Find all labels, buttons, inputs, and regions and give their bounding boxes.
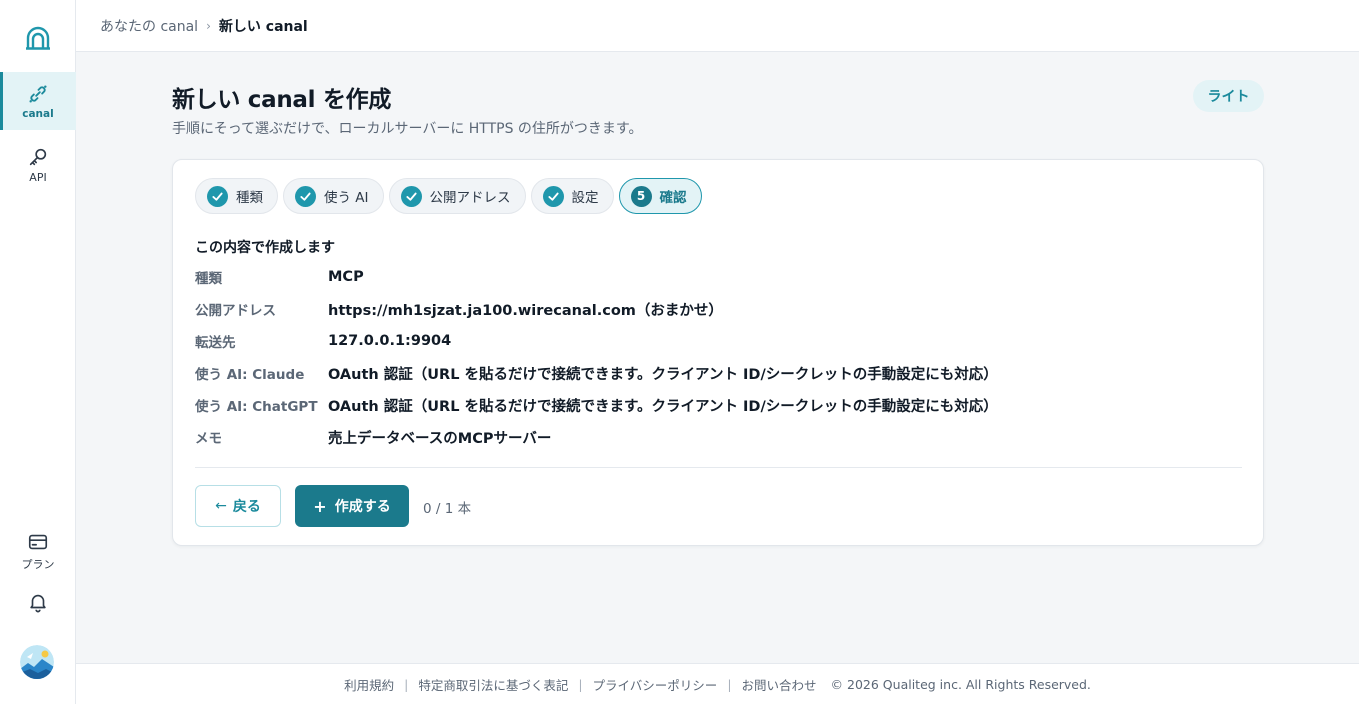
- sidebar: canal API プラン: [0, 0, 76, 704]
- bell-icon[interactable]: [27, 591, 49, 613]
- summary-row-forward-to: 転送先 127.0.0.1:9904: [195, 325, 998, 357]
- summary-key: 転送先: [195, 335, 236, 351]
- summary-key: 使う AI: ChatGPT: [195, 399, 318, 415]
- footer-separator: |: [404, 676, 409, 692]
- avatar[interactable]: [20, 645, 54, 679]
- check-icon: [295, 185, 316, 207]
- copyright: © 2026 Qualiteg inc. All Rights Reserved…: [830, 676, 1091, 692]
- arrow-left-icon: ←: [215, 498, 227, 514]
- step-label: 設定: [571, 190, 599, 206]
- breadcrumb-separator: ›: [206, 18, 211, 33]
- footer-link-contact[interactable]: お問い合わせ: [742, 675, 817, 694]
- step-number: 5: [630, 185, 652, 207]
- summary-value: OAuth 認証（URL を貼るだけで接続できます。クライアント ID/シークレ…: [328, 366, 998, 383]
- summary-row-public-address: 公開アドレス https://mh1sjzat.ja100.wirecanal.…: [195, 293, 998, 325]
- step-type[interactable]: 種類: [195, 178, 278, 214]
- footer: 利用規約 | 特定商取引法に基づく表記 | プライバシーポリシー | お問い合わ…: [76, 663, 1359, 704]
- key-icon: [29, 148, 47, 166]
- sidebar-item-api[interactable]: API: [0, 136, 76, 194]
- footer-separator: |: [727, 676, 732, 692]
- check-icon: [542, 185, 564, 207]
- step-label: 使う AI: [324, 190, 369, 206]
- summary-key: 使う AI: Claude: [195, 367, 305, 383]
- sidebar-item-label: プラン: [21, 557, 55, 571]
- create-button-label: 作成する: [334, 499, 391, 515]
- sidebar-item-canal[interactable]: canal: [0, 72, 76, 130]
- step-confirm[interactable]: 5 確認: [618, 178, 702, 214]
- summary-value: 127.0.0.1:9904: [328, 333, 452, 349]
- footer-link-privacy[interactable]: プライバシーポリシー: [593, 675, 718, 694]
- summary-value: https://mh1sjzat.ja100.wirecanal.com（おまか…: [328, 302, 723, 319]
- wizard-card: 種類 使う AI 公開アドレス 設定 5 確認 この内容で作成します 種類 MC…: [172, 159, 1264, 546]
- sidebar-item-label: API: [29, 171, 47, 184]
- link-icon: [29, 84, 47, 103]
- page-subtitle: 手順にそって選ぶだけで、ローカルサーバーに HTTPS の住所がつきます。: [172, 121, 643, 137]
- theme-toggle-button[interactable]: ライト: [1193, 80, 1264, 112]
- step-label: 公開アドレス: [429, 190, 511, 206]
- step-public-address[interactable]: 公開アドレス: [388, 178, 526, 214]
- plus-icon: +: [313, 496, 327, 516]
- footer-link-terms[interactable]: 利用規約: [344, 675, 394, 694]
- summary-value: 売上データベースのMCPサーバー: [328, 430, 552, 447]
- breadcrumb: あなたの canal › 新しい canal: [76, 0, 1359, 52]
- back-button[interactable]: ← 戻る: [195, 485, 281, 527]
- back-button-label: 戻る: [232, 499, 261, 515]
- step-label: 確認: [659, 190, 687, 206]
- sidebar-item-label: canal: [22, 107, 54, 120]
- summary-value: MCP: [328, 269, 364, 285]
- summary-list: 種類 MCP 公開アドレス https://mh1sjzat.ja100.wir…: [195, 261, 998, 453]
- breadcrumb-parent-link[interactable]: あなたの canal: [100, 16, 198, 36]
- summary-key: メモ: [195, 431, 222, 447]
- logo-icon[interactable]: [24, 24, 52, 52]
- footer-link-commerce-law[interactable]: 特定商取引法に基づく表記: [418, 675, 568, 694]
- stepper: 種類 使う AI 公開アドレス 設定 5 確認: [195, 178, 702, 214]
- sidebar-item-plan[interactable]: プラン: [0, 522, 76, 580]
- create-button[interactable]: + 作成する: [295, 485, 409, 527]
- divider: [195, 467, 1242, 468]
- summary-heading: この内容で作成します: [195, 240, 335, 256]
- step-label: 種類: [236, 190, 263, 206]
- summary-row-ai-claude: 使う AI: Claude OAuth 認証（URL を貼るだけで接続できます。…: [195, 357, 998, 389]
- summary-key: 種類: [195, 271, 222, 287]
- page-title: 新しい canal を作成: [172, 87, 392, 113]
- footer-separator: |: [578, 676, 583, 692]
- check-icon: [207, 185, 228, 207]
- step-ai[interactable]: 使う AI: [283, 178, 384, 214]
- summary-row-memo: メモ 売上データベースのMCPサーバー: [195, 421, 998, 453]
- summary-value: OAuth 認証（URL を貼るだけで接続できます。クライアント ID/シークレ…: [328, 398, 998, 415]
- summary-row-ai-chatgpt: 使う AI: ChatGPT OAuth 認証（URL を貼るだけで接続できます…: [195, 389, 998, 421]
- canal-count: 0 / 1 本: [423, 501, 472, 517]
- check-icon: [400, 185, 422, 207]
- summary-row-type: 種類 MCP: [195, 261, 998, 293]
- step-settings[interactable]: 設定: [530, 178, 614, 214]
- credit-card-icon: [28, 534, 48, 549]
- breadcrumb-current: 新しい canal: [218, 18, 308, 35]
- summary-key: 公開アドレス: [195, 303, 276, 319]
